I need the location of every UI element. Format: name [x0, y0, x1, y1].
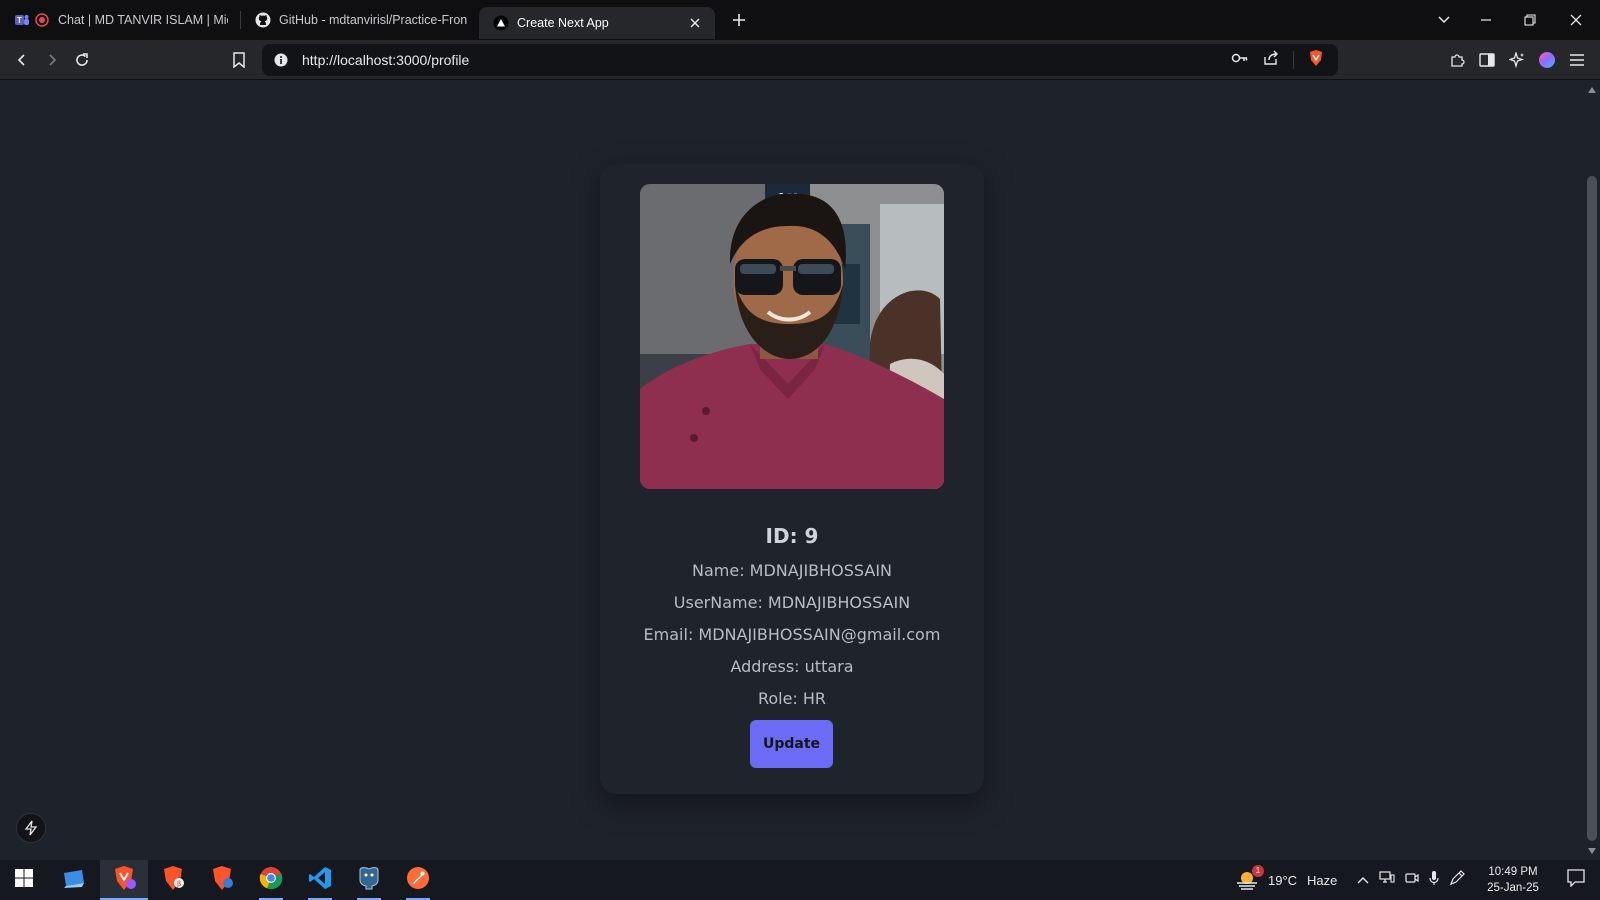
tab-search-button[interactable] — [1422, 0, 1466, 40]
profile-role: Role: HR — [757, 689, 827, 708]
clock-date: 25-Jan-25 — [1487, 882, 1539, 894]
taskbar-brave-beta[interactable]: β — [149, 860, 197, 900]
tab-create-next-app[interactable]: Create Next App — [479, 7, 715, 39]
nextjs-dev-indicator-icon[interactable] — [16, 813, 46, 843]
menu-icon[interactable] — [1563, 46, 1591, 74]
profile-email: Email: MDNAJIBHOSSAIN@gmail.com — [643, 625, 941, 644]
svg-text:β: β — [177, 881, 182, 888]
new-tab-button[interactable] — [723, 4, 755, 36]
extensions-icon[interactable] — [1443, 46, 1471, 74]
windows-start-icon — [15, 868, 33, 892]
reload-button[interactable] — [68, 46, 96, 74]
brave-icon — [112, 865, 136, 896]
taskbar-vscode[interactable] — [296, 860, 344, 900]
profile-avatar-icon[interactable] — [1533, 46, 1561, 74]
close-window-button[interactable] — [1554, 0, 1598, 40]
scrollbar-thumb[interactable] — [1587, 176, 1597, 841]
leo-ai-icon[interactable] — [1503, 46, 1531, 74]
site-info-icon[interactable] — [266, 53, 296, 67]
sidebar-toggle-icon[interactable] — [1473, 46, 1501, 74]
brave-shields-icon[interactable] — [1308, 49, 1324, 72]
nextjs-triangle-icon — [493, 15, 509, 31]
close-tab-icon[interactable] — [687, 15, 703, 31]
svg-text:T: T — [17, 16, 22, 25]
restore-button[interactable] — [1508, 0, 1552, 40]
divider — [1293, 51, 1294, 69]
weather-alert-badge: 1 — [1252, 865, 1264, 877]
start-button[interactable] — [0, 860, 48, 900]
page-content: KI — [0, 81, 1584, 860]
update-button[interactable]: Update — [750, 720, 833, 768]
profile-card: KI — [600, 164, 984, 794]
profile-id: ID: 9 — [765, 524, 819, 548]
vscode-icon — [308, 866, 332, 895]
taskbar-pgadmin[interactable] — [345, 860, 393, 900]
minimize-button[interactable] — [1464, 0, 1508, 40]
postman-icon — [406, 866, 430, 895]
microphone-icon[interactable] — [1429, 870, 1439, 891]
camera-in-use-icon[interactable] — [1405, 871, 1419, 890]
browser-toolbar: http://localhost:3000/profile — [0, 40, 1600, 80]
profile-photo: KI — [640, 184, 944, 489]
weather-temperature: 19°C — [1268, 872, 1298, 888]
pen-icon[interactable] — [1449, 869, 1465, 891]
tab-title: Create Next App — [517, 16, 609, 30]
tab-teams-chat[interactable]: T Chat | MD TANVIR ISLAM | Micr — [0, 0, 240, 40]
teams-icon: T — [14, 12, 30, 28]
notification-center-button[interactable] — [1552, 860, 1600, 900]
tab-github[interactable]: GitHub - mdtanvirisl/Practice-Fronte — [241, 0, 479, 40]
weather-haze-icon: 1 — [1234, 865, 1264, 891]
chrome-icon — [259, 866, 283, 895]
taskbar-brave[interactable] — [100, 860, 148, 900]
forward-button[interactable] — [38, 46, 66, 74]
brave-beta-icon: β — [161, 865, 185, 896]
brave-nightly-icon — [210, 865, 234, 896]
tab-title: GitHub - mdtanvirisl/Practice-Fronte — [279, 13, 467, 27]
recording-icon — [34, 12, 50, 28]
clock-time: 10:49 PM — [1488, 866, 1538, 878]
network-icon[interactable] — [1379, 870, 1395, 890]
password-key-icon[interactable] — [1231, 51, 1249, 69]
share-icon[interactable] — [1263, 50, 1279, 71]
tab-strip: T Chat | MD TANVIR ISLAM | Micr GitHub -… — [0, 0, 1600, 40]
show-hidden-icons-chevron-icon[interactable] — [1357, 871, 1369, 889]
tab-title: Chat | MD TANVIR ISLAM | Micr — [58, 13, 228, 27]
system-tray — [1357, 860, 1465, 900]
profile-name: Name: MDNAJIBHOSSAIN — [692, 561, 892, 580]
taskbar-file-explorer[interactable] — [50, 860, 98, 900]
notification-icon — [1567, 868, 1585, 892]
bookmark-icon[interactable] — [225, 46, 253, 74]
taskbar-brave-nightly[interactable] — [198, 860, 246, 900]
github-icon — [255, 12, 271, 28]
back-button[interactable] — [8, 46, 36, 74]
url-text: http://localhost:3000/profile — [302, 52, 470, 68]
scroll-down-arrow-icon[interactable] — [1587, 846, 1597, 856]
page-scrollbar[interactable] — [1584, 81, 1600, 860]
address-bar[interactable]: http://localhost:3000/profile — [262, 44, 1338, 76]
profile-address: Address: uttara — [730, 657, 854, 676]
profile-username: UserName: MDNAJIBHOSSAIN — [673, 593, 911, 612]
windows-taskbar: β 1 19°C Haze 10:49 PM 25-Jan-25 — [0, 860, 1600, 900]
weather-widget[interactable]: 1 19°C Haze — [1234, 860, 1337, 900]
pgadmin-icon — [356, 866, 382, 895]
file-explorer-icon — [62, 867, 86, 894]
taskbar-chrome[interactable] — [247, 860, 295, 900]
scroll-up-arrow-icon[interactable] — [1587, 85, 1597, 95]
taskbar-clock[interactable]: 10:49 PM 25-Jan-25 — [1480, 864, 1546, 896]
taskbar-postman[interactable] — [394, 860, 442, 900]
weather-condition: Haze — [1307, 872, 1338, 888]
